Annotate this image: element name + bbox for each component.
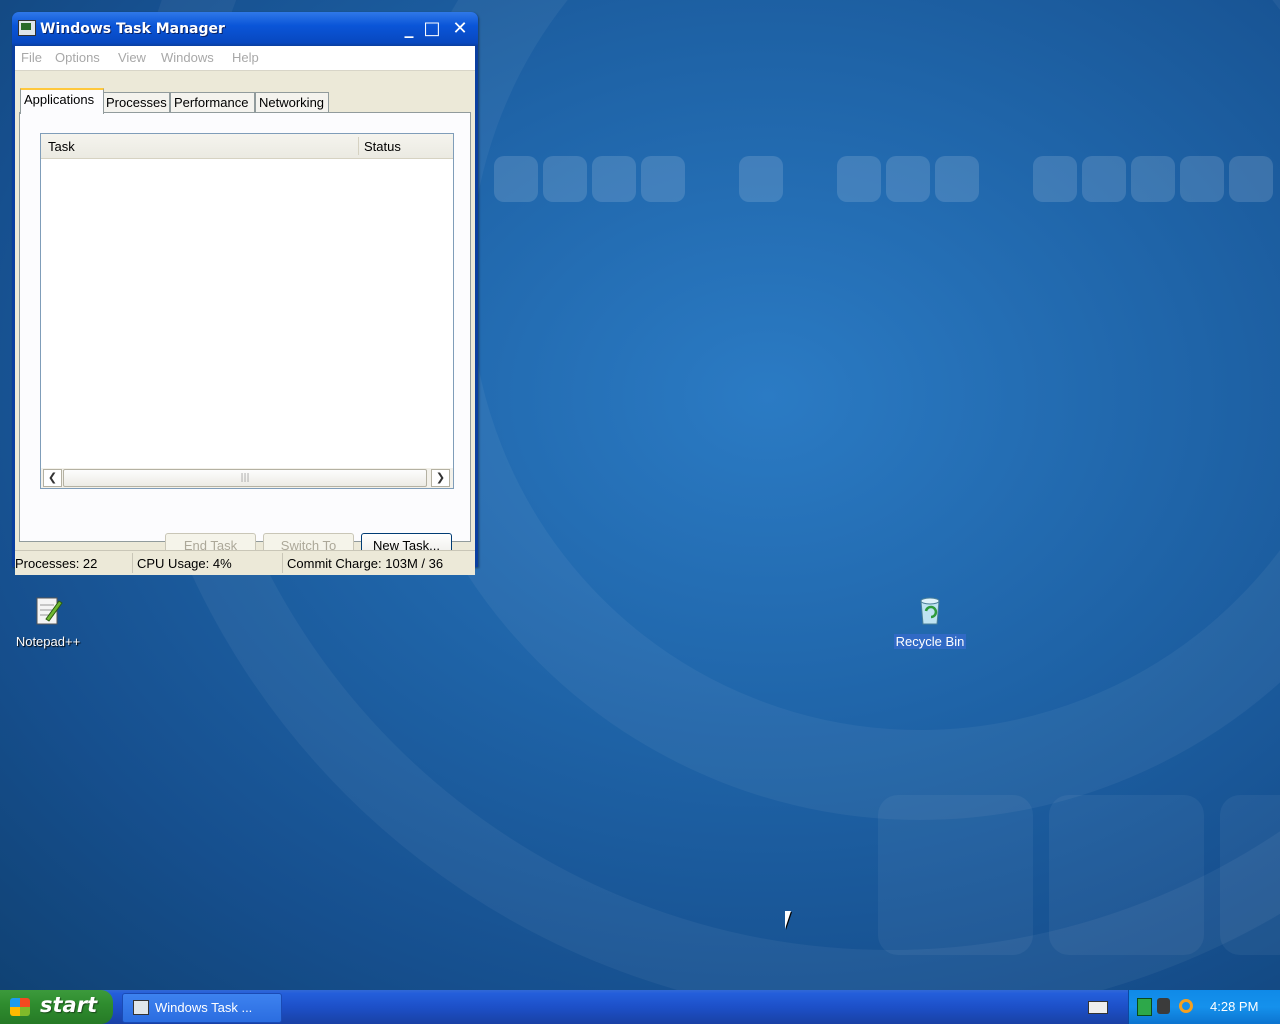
menu-view[interactable]: View — [118, 50, 146, 65]
wallpaper-tile — [886, 156, 930, 202]
horizontal-scrollbar[interactable]: ❮ ||| ❯ — [41, 468, 453, 488]
wallpaper-tile — [1180, 156, 1224, 202]
start-button[interactable]: start — [0, 990, 113, 1024]
wallpaper-tile — [592, 156, 636, 202]
wallpaper-tile-large — [878, 795, 1033, 955]
tab-applications[interactable]: Applications — [20, 88, 104, 114]
clock[interactable]: 4:28 PM — [1210, 999, 1258, 1014]
status-cpu: CPU Usage: 4% — [137, 556, 232, 571]
column-task[interactable]: Task — [48, 139, 75, 154]
task-manager-icon — [133, 1000, 149, 1015]
scroll-thumb[interactable]: ||| — [63, 469, 427, 487]
wallpaper-tile — [1033, 156, 1077, 202]
wallpaper-tile — [1229, 156, 1273, 202]
menu-windows[interactable]: Windows — [161, 50, 214, 65]
start-label: start — [40, 993, 98, 1017]
notepad-label: Notepad++ — [15, 634, 81, 649]
status-separator — [282, 553, 283, 573]
maximize-button[interactable]: □ — [421, 18, 443, 40]
menu-options[interactable]: Options — [55, 50, 100, 65]
wallpaper-tile — [935, 156, 979, 202]
menu-file[interactable]: File — [21, 50, 42, 65]
taskbar-button-task-manager[interactable]: Windows Task ... — [122, 993, 282, 1023]
recycle-bin-label: Recycle Bin — [893, 634, 967, 649]
task-manager-icon — [18, 20, 36, 36]
window-client-area: File Options View Windows Help Applicati… — [15, 46, 475, 575]
list-header: Task Status — [41, 134, 453, 159]
task-manager-window[interactable]: Windows Task Manager _ □ ✕ File Options … — [12, 12, 478, 575]
window-title: Windows Task Manager — [40, 21, 225, 37]
notepad-icon — [36, 597, 63, 625]
column-divider[interactable] — [358, 137, 359, 155]
menu-bar: File Options View Windows Help — [15, 46, 475, 71]
desktop-icon-notepad[interactable]: Notepad++ — [8, 595, 88, 650]
tab-performance[interactable]: Performance — [170, 92, 255, 113]
wallpaper-tile — [739, 156, 783, 202]
taskbar-button-label: Windows Task ... — [155, 1000, 253, 1015]
close-button[interactable]: ✕ — [449, 18, 471, 40]
wallpaper-tile — [1131, 156, 1175, 202]
status-commit: Commit Charge: 103M / 36 — [287, 556, 444, 571]
task-manager-tray-icon[interactable] — [1137, 998, 1152, 1016]
wallpaper-tile — [837, 156, 881, 202]
column-status[interactable]: Status — [364, 139, 401, 154]
title-bar[interactable]: Windows Task Manager _ □ ✕ — [12, 12, 478, 46]
system-tray: 4:28 PM — [1128, 990, 1280, 1024]
status-processes: Processes: 22 — [15, 556, 98, 571]
tab-networking[interactable]: Networking — [255, 92, 329, 113]
wallpaper-tile-large — [1049, 795, 1204, 955]
applications-panel: Task Status ❮ ||| ❯ End Task Switch To N… — [19, 112, 471, 559]
wallpaper-tile — [1082, 156, 1126, 202]
minimize-button[interactable]: _ — [398, 18, 420, 40]
wallpaper-tile-large — [1220, 795, 1280, 955]
desktop-icon-recycle-bin[interactable]: Recycle Bin — [890, 595, 970, 650]
scroll-left-button[interactable]: ❮ — [43, 469, 62, 487]
task-list[interactable]: Task Status ❮ ||| ❯ — [40, 133, 454, 489]
wallpaper-tile — [641, 156, 685, 202]
network-icon[interactable] — [1157, 998, 1170, 1014]
mouse-pointer-icon — [785, 911, 797, 929]
recycle-bin-icon — [920, 597, 940, 625]
windows-logo-icon — [10, 998, 30, 1016]
tab-processes[interactable]: Processes — [102, 92, 170, 113]
keyboard-icon[interactable] — [1088, 1001, 1108, 1014]
menu-help[interactable]: Help — [232, 50, 259, 65]
status-separator — [132, 553, 133, 573]
wallpaper-tile — [494, 156, 538, 202]
wallpaper-tile — [543, 156, 587, 202]
search-icon[interactable] — [1179, 999, 1193, 1013]
status-bar: Processes: 22 CPU Usage: 4% Commit Charg… — [15, 550, 475, 575]
scroll-right-button[interactable]: ❯ — [431, 469, 450, 487]
